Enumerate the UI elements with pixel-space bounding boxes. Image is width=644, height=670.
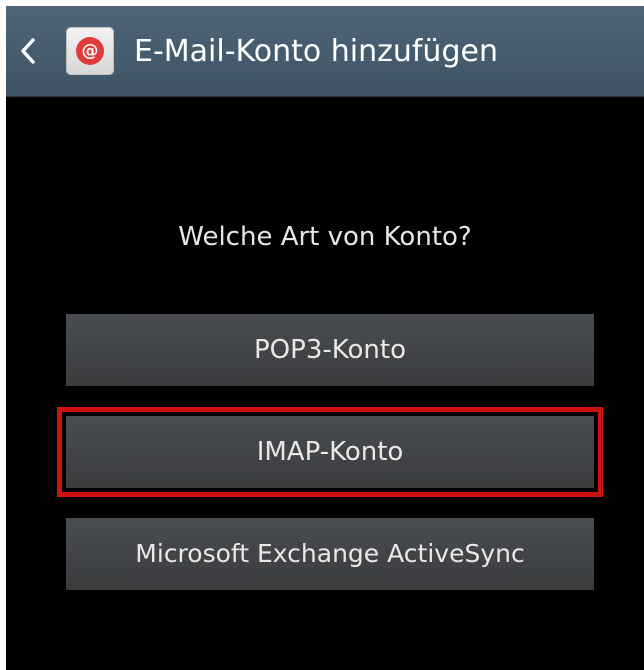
- screen: @ E-Mail-Konto hinzufügen Welche Art von…: [6, 6, 644, 670]
- exchange-activesync-button[interactable]: Microsoft Exchange ActiveSync: [66, 518, 594, 590]
- action-bar: @ E-Mail-Konto hinzufügen: [6, 6, 644, 97]
- at-sign-icon: @: [76, 37, 104, 65]
- pop3-account-button[interactable]: POP3-Konto: [66, 314, 594, 386]
- page-title: E-Mail-Konto hinzufügen: [134, 34, 498, 69]
- chevron-left-icon[interactable]: [20, 37, 36, 65]
- email-app-icon[interactable]: @: [66, 27, 114, 75]
- imap-account-button[interactable]: IMAP-Konto: [66, 416, 594, 488]
- account-type-question: Welche Art von Konto?: [178, 222, 472, 252]
